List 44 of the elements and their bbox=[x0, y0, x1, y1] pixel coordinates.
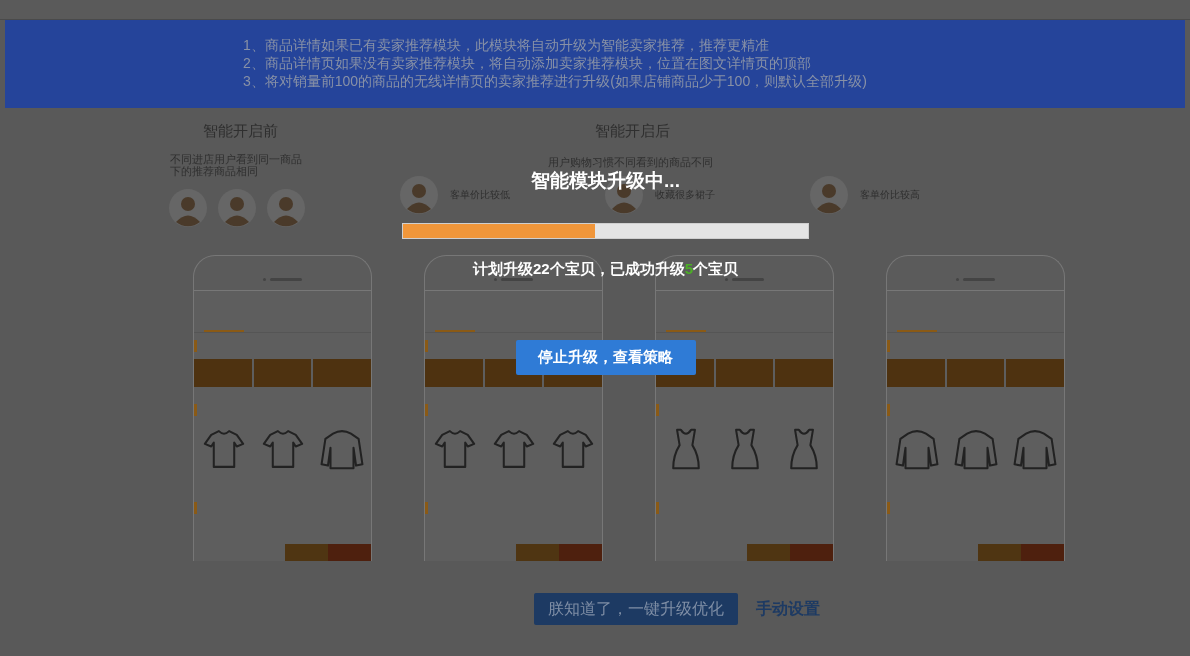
section-marker bbox=[887, 501, 890, 514]
avatar-icon bbox=[217, 188, 256, 227]
avatar-icon bbox=[810, 175, 848, 214]
cart-block bbox=[978, 543, 1021, 561]
avatar-icon bbox=[400, 175, 438, 214]
avatar-icon bbox=[168, 188, 207, 227]
tab-underline bbox=[666, 329, 706, 332]
section-marker bbox=[656, 501, 659, 514]
buy-block bbox=[1021, 543, 1064, 561]
promo-block bbox=[313, 358, 371, 387]
section-marker bbox=[425, 403, 428, 416]
section-marker bbox=[887, 339, 890, 352]
buy-block bbox=[790, 543, 833, 561]
stop-upgrade-button[interactable]: 停止升级，查看策略 bbox=[515, 340, 696, 375]
banner-text: 3、将对销量前100的商品的无线详情页的卖家推荐进行升级(如果店铺商品少于100，则默认全部升级) bbox=[243, 72, 868, 90]
section-marker bbox=[194, 403, 197, 416]
section-marker bbox=[887, 403, 890, 416]
cart-block bbox=[747, 543, 790, 561]
modal-title: 智能模块升级中... bbox=[531, 170, 680, 191]
cart-block bbox=[285, 543, 328, 561]
banner-text: 1、商品详情如果已有卖家推荐模块，此模块将自动升级为智能卖家推荐，推荐更精准 bbox=[243, 36, 770, 54]
tab-underline bbox=[204, 329, 244, 332]
promo-block bbox=[1006, 358, 1064, 387]
tab-underline bbox=[435, 329, 475, 332]
tab-underline bbox=[897, 329, 937, 332]
promo-block bbox=[887, 358, 945, 387]
upgrade-status: 计划升级22个宝贝，已成功升级5个宝贝 bbox=[473, 261, 738, 277]
section-marker bbox=[194, 501, 197, 514]
section-marker bbox=[425, 501, 428, 514]
promo-block bbox=[946, 358, 1005, 387]
banner-text: 2、商品详情页如果没有卖家推荐模块，将自动添加卖家推荐模块，位置在图文详情页的顶部 bbox=[243, 54, 812, 72]
promo-block bbox=[253, 358, 312, 387]
promo-block bbox=[194, 358, 252, 387]
section-marker bbox=[656, 403, 659, 416]
section-marker bbox=[425, 339, 428, 352]
upgrade-button[interactable]: 朕知道了，一键升级优化 bbox=[534, 592, 738, 625]
cart-block bbox=[516, 543, 559, 561]
avatar-icon bbox=[266, 188, 305, 227]
promo-block bbox=[425, 358, 483, 387]
section-marker bbox=[194, 339, 197, 352]
promo-block bbox=[715, 358, 774, 387]
buy-block bbox=[328, 543, 371, 561]
buy-block bbox=[559, 543, 602, 561]
promo-block bbox=[775, 358, 833, 387]
